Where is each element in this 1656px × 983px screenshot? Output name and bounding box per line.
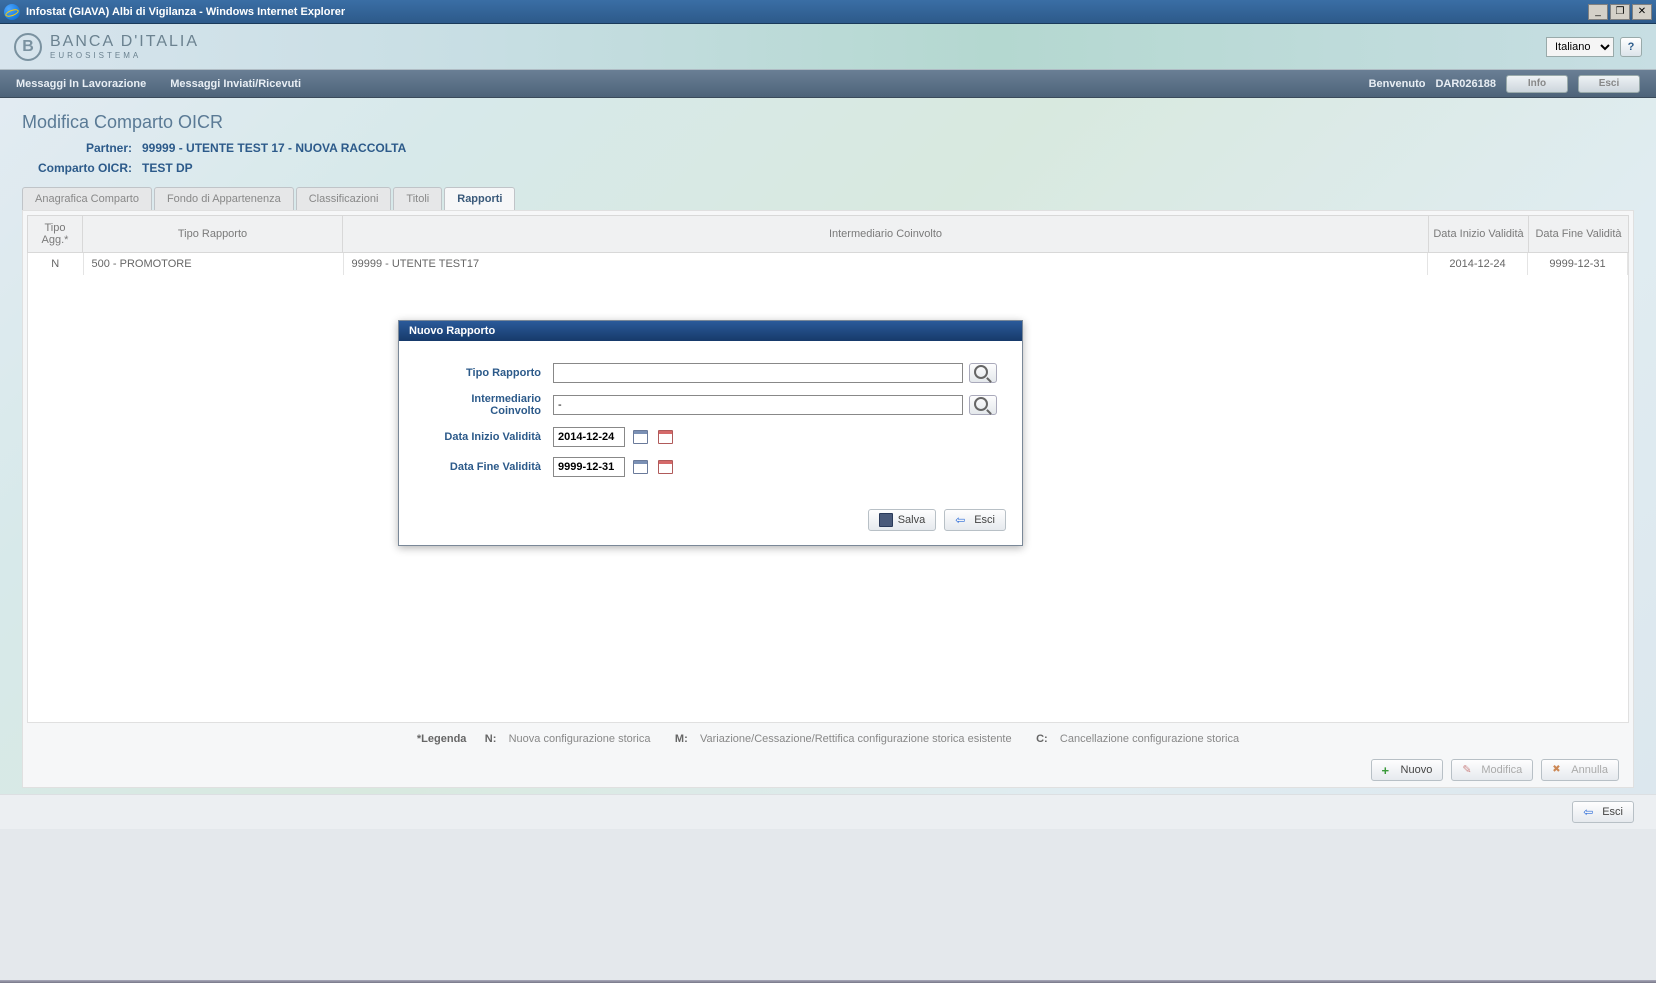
modal-esci-label: Esci (974, 514, 995, 526)
salva-label: Salva (898, 514, 926, 526)
data-fine-input[interactable] (553, 457, 625, 477)
legend-star: *Legenda (417, 733, 467, 745)
intermediario-label: Intermediario Coinvolto (423, 393, 553, 417)
user-id: DAR026188 (1435, 78, 1496, 90)
comparto-label: Comparto OICR: (22, 161, 142, 175)
calendar-icon (633, 430, 648, 444)
exit-icon (1583, 805, 1597, 819)
col-intermediario[interactable]: Intermediario Coinvolto (343, 216, 1429, 253)
tab-fondo[interactable]: Fondo di Appartenenza (154, 187, 294, 210)
tab-classificazioni[interactable]: Classificazioni (296, 187, 392, 210)
col-tipo-rapporto[interactable]: Tipo Rapporto (83, 216, 343, 253)
cell-tipo: 500 - PROMOTORE (83, 253, 343, 275)
legend-m-val: Variazione/Cessazione/Rettifica configur… (700, 733, 1012, 745)
esci-label: Esci (1602, 806, 1623, 818)
partner-value: 99999 - UTENTE TEST 17 - NUOVA RACCOLTA (142, 141, 406, 155)
brand-subtitle: EUROSISTEMA (50, 52, 199, 60)
logo-glyph-icon: B (14, 33, 42, 61)
nav-esci-button[interactable]: Esci (1578, 75, 1640, 93)
col-tipo-agg[interactable]: Tipo Agg.* (28, 216, 83, 253)
bottom-bar: Esci (0, 794, 1656, 829)
comparto-value: TEST DP (142, 161, 193, 175)
intermediario-input[interactable] (553, 395, 963, 415)
nuovo-button[interactable]: Nuovo (1371, 759, 1444, 781)
salva-button[interactable]: Salva (868, 509, 937, 531)
tab-anagrafica[interactable]: Anagrafica Comparto (22, 187, 152, 210)
tabs-row: Anagrafica Comparto Fondo di Appartenenz… (22, 187, 1634, 211)
annulla-button[interactable]: Annulla (1541, 759, 1619, 781)
actions-bar: Nuovo Modifica Annulla (27, 755, 1629, 787)
data-fine-clear-button[interactable] (655, 458, 675, 476)
save-icon (879, 513, 893, 527)
ie-icon (4, 4, 20, 20)
page-title: Modifica Comparto OICR (22, 112, 1634, 133)
legend-n-key: N: (485, 733, 497, 745)
annulla-label: Annulla (1571, 764, 1608, 776)
modifica-label: Modifica (1481, 764, 1522, 776)
brand-logo: B BANCA D'ITALIA EUROSISTEMA (14, 33, 199, 61)
tipo-rapporto-label: Tipo Rapporto (423, 367, 553, 379)
legend: *Legenda N: Nuova configurazione storica… (27, 723, 1629, 755)
data-inizio-calendar-button[interactable] (630, 428, 650, 446)
cell-inter: 99999 - UTENTE TEST17 (343, 253, 1428, 275)
nuovo-rapporto-modal: Nuovo Rapporto Tipo Rapporto Intermediar… (398, 320, 1023, 546)
tipo-rapporto-lookup-button[interactable] (969, 363, 997, 383)
navbar: Messaggi In Lavorazione Messaggi Inviati… (0, 70, 1656, 98)
legend-c-key: C: (1036, 733, 1048, 745)
cell-agg: N (28, 253, 83, 275)
legend-n-val: Nuova configurazione storica (509, 733, 651, 745)
col-data-fine[interactable]: Data Fine Validità (1529, 216, 1629, 253)
cell-fine: 9999-12-31 (1528, 253, 1628, 275)
window-close-button[interactable]: ✕ (1632, 4, 1652, 20)
cell-inizio: 2014-12-24 (1428, 253, 1528, 275)
lookup-icon (974, 397, 992, 414)
modifica-button[interactable]: Modifica (1451, 759, 1533, 781)
data-inizio-label: Data Inizio Validità (423, 431, 553, 443)
lookup-icon (974, 365, 992, 382)
nav-messaggi-inviati[interactable]: Messaggi Inviati/Ricevuti (170, 78, 301, 90)
legend-m-key: M: (675, 733, 688, 745)
data-fine-calendar-button[interactable] (630, 458, 650, 476)
col-data-inizio[interactable]: Data Inizio Validità (1429, 216, 1529, 253)
data-inizio-input[interactable] (553, 427, 625, 447)
window-minimize-button[interactable]: _ (1588, 4, 1608, 20)
partner-label: Partner: (22, 141, 142, 155)
nav-messaggi-lavorazione[interactable]: Messaggi In Lavorazione (16, 78, 146, 90)
modal-esci-button[interactable]: Esci (944, 509, 1006, 531)
table-row[interactable]: N 500 - PROMOTORE 99999 - UTENTE TEST17 … (28, 253, 1628, 275)
window-restore-button[interactable]: ❐ (1610, 4, 1630, 20)
cancel-icon (1552, 763, 1566, 777)
calendar-clear-icon (658, 430, 673, 444)
nuovo-label: Nuovo (1401, 764, 1433, 776)
intermediario-lookup-button[interactable] (969, 395, 997, 415)
calendar-icon (633, 460, 648, 474)
modal-title: Nuovo Rapporto (399, 321, 1022, 341)
calendar-clear-icon (658, 460, 673, 474)
window-title: Infostat (GIAVA) Albi di Vigilanza - Win… (26, 6, 1588, 18)
brand-name: BANCA D'ITALIA (50, 34, 199, 50)
tab-titoli[interactable]: Titoli (393, 187, 442, 210)
help-button[interactable]: ? (1620, 37, 1642, 57)
welcome-label: Benvenuto (1369, 78, 1426, 90)
data-fine-label: Data Fine Validità (423, 461, 553, 473)
pencil-icon (1462, 763, 1476, 777)
window-titlebar: Infostat (GIAVA) Albi di Vigilanza - Win… (0, 0, 1656, 24)
esci-button[interactable]: Esci (1572, 801, 1634, 823)
legend-c-val: Cancellazione configurazione storica (1060, 733, 1239, 745)
tab-rapporti[interactable]: Rapporti (444, 187, 515, 210)
exit-icon (955, 513, 969, 527)
rapporti-table: Tipo Agg.* Tipo Rapporto Intermediario C… (27, 215, 1629, 253)
tipo-rapporto-input[interactable] (553, 363, 963, 383)
nav-info-button[interactable]: Info (1506, 75, 1568, 93)
data-inizio-clear-button[interactable] (655, 428, 675, 446)
language-select[interactable]: Italiano (1546, 37, 1614, 57)
app-header: B BANCA D'ITALIA EUROSISTEMA Italiano ? (0, 24, 1656, 70)
plus-icon (1382, 763, 1396, 777)
